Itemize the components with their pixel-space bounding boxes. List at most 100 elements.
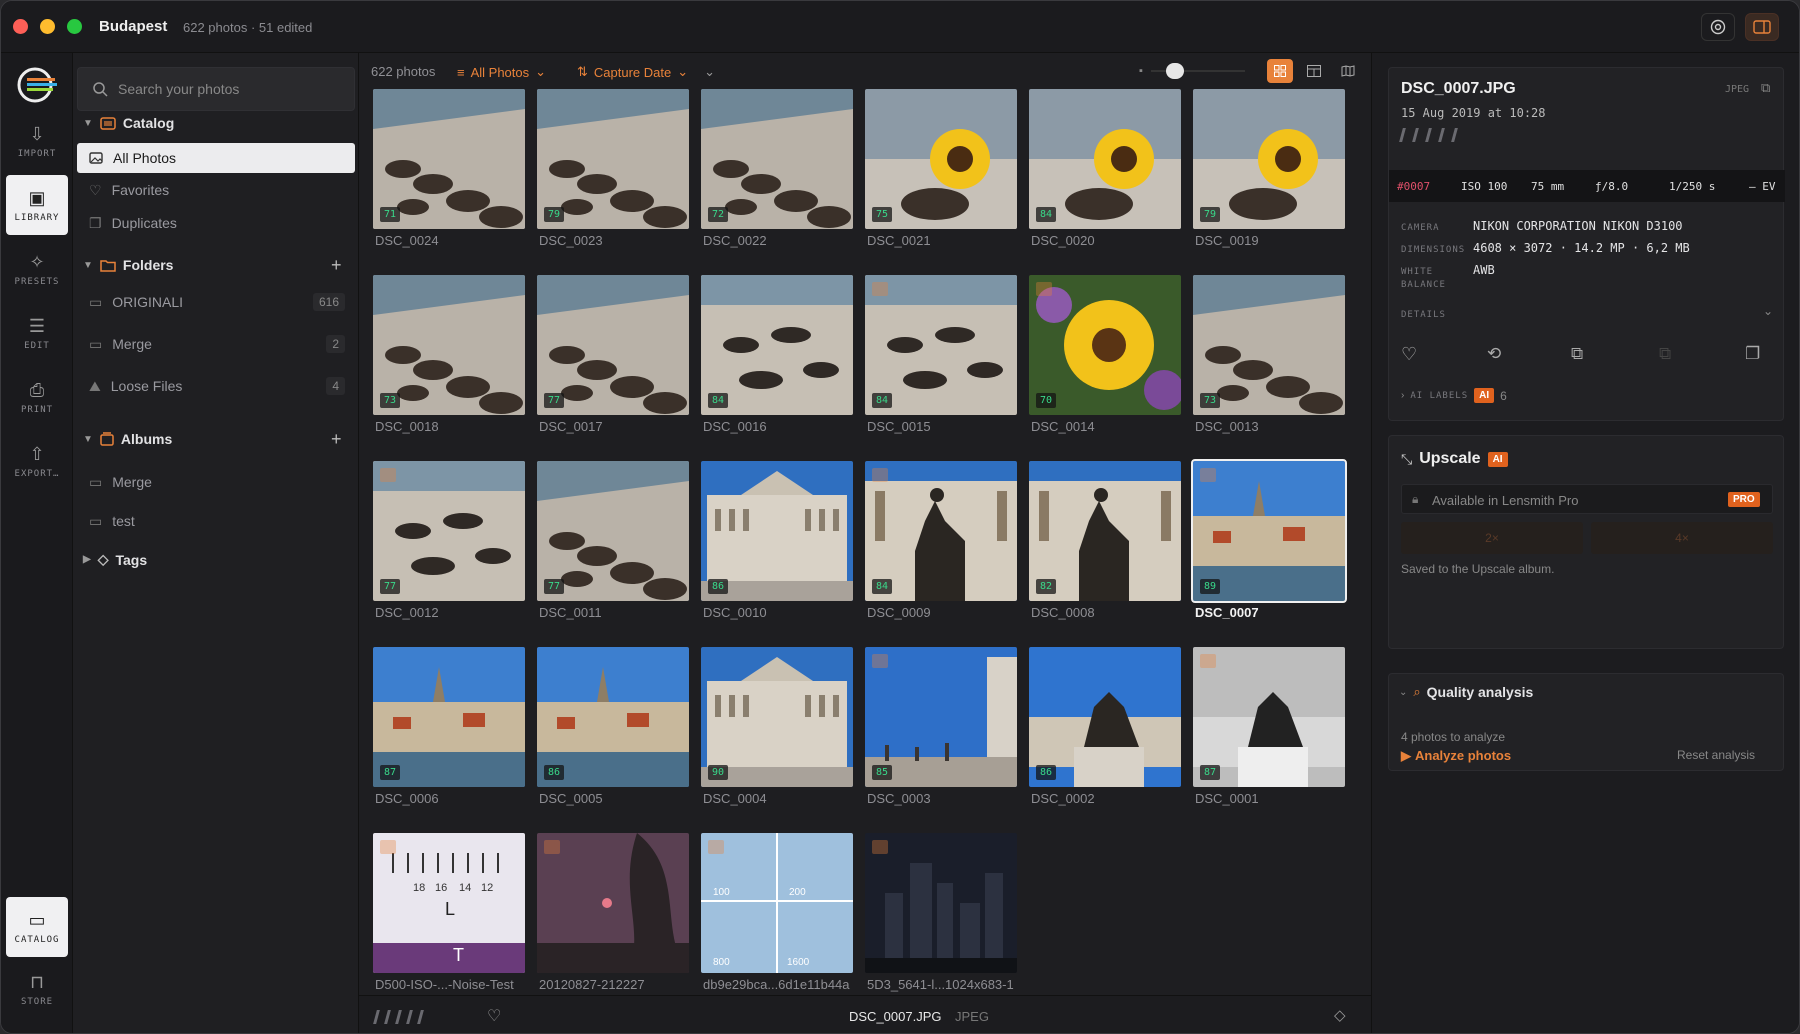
add-album-button[interactable]: + — [331, 429, 342, 450]
photo-thumbnail[interactable]: 87 — [373, 647, 525, 787]
photo-thumbnail[interactable]: 86 — [537, 647, 689, 787]
photo-tile[interactable]: 73 DSC_0018 — [373, 275, 525, 459]
sort-order-chevron-icon[interactable]: ⌄ — [704, 64, 715, 80]
sidebar-item-album[interactable]: ▭ test — [77, 506, 355, 536]
filter-dropdown[interactable]: ≡ All Photos ⌄ — [457, 64, 546, 80]
photo-tile[interactable]: 87 DSC_0001 — [1193, 647, 1345, 831]
toggle-inspector-button[interactable] — [1745, 13, 1779, 41]
photo-thumbnail[interactable]: 82 — [1029, 461, 1181, 601]
photo-tile[interactable]: 86 DSC_0005 — [537, 647, 689, 831]
slider-knob[interactable] — [1166, 63, 1185, 79]
photo-tile[interactable]: 79 DSC_0019 — [1193, 89, 1345, 273]
rating-control[interactable] — [373, 1010, 424, 1024]
analyze-photos-button[interactable]: ▶ Analyze photos — [1401, 748, 1511, 764]
photo-tile[interactable]: 85 DSC_0003 — [865, 647, 1017, 831]
rail-item-presets[interactable]: ✧ PRESETS — [6, 239, 68, 299]
copy-settings-icon[interactable]: ⧉ — [1571, 344, 1583, 364]
reset-analysis-button[interactable]: Reset analysis — [1677, 748, 1755, 762]
photo-tile[interactable]: 70 DSC_0014 — [1029, 275, 1181, 459]
photo-thumbnail[interactable]: 73 — [1193, 275, 1345, 415]
tag-icon[interactable]: ◇ — [1334, 1006, 1346, 1024]
photo-tile[interactable]: 77 DSC_0011 — [537, 461, 689, 645]
tags-section-header[interactable]: ▶ ◇ Tags — [83, 551, 147, 568]
rail-item-store[interactable]: ⊓ STORE — [6, 959, 68, 1019]
photo-thumbnail[interactable]: 85 — [865, 647, 1017, 787]
rail-item-catalog[interactable]: ▭ CATALOG — [6, 897, 68, 957]
photo-thumbnail[interactable]: 90 — [701, 647, 853, 787]
photo-tile[interactable]: 72 DSC_0022 — [701, 89, 853, 273]
detail-view-button[interactable] — [1301, 59, 1327, 83]
grid-view-button[interactable] — [1267, 59, 1293, 83]
photo-tile[interactable]: 79 DSC_0023 — [537, 89, 689, 273]
sidebar-item-folder[interactable]: ▭ Merge 2 — [77, 329, 355, 359]
photo-tile[interactable]: 71 DSC_0024 — [373, 89, 525, 273]
photo-thumbnail[interactable]: 72 — [701, 89, 853, 229]
heart-icon[interactable]: ♡ — [1401, 344, 1417, 365]
search-box[interactable] — [77, 67, 355, 111]
add-folder-button[interactable]: + — [331, 255, 342, 276]
rail-item-library[interactable]: ▣ LIBRARY — [6, 175, 68, 235]
photo-thumbnail[interactable]: 75 — [865, 89, 1017, 229]
sort-dropdown[interactable]: ⇅ Capture Date ⌄ ⌄ — [577, 64, 715, 80]
sidebar-item-folder[interactable]: ⛰ Loose Files 4 — [77, 371, 355, 401]
photo-tile[interactable]: 86 DSC_0002 — [1029, 647, 1181, 831]
sidebar-item-album[interactable]: ▭ Merge — [77, 467, 355, 497]
photo-thumbnail[interactable]: 70 — [1029, 275, 1181, 415]
compare-icon[interactable]: ❐ — [1745, 344, 1760, 364]
chevron-down-icon[interactable]: ⌄ — [1763, 304, 1773, 318]
photo-tile[interactable]: 84 DSC_0009 — [865, 461, 1017, 645]
photo-tile[interactable]: 84 DSC_0020 — [1029, 89, 1181, 273]
sidebar-item-favorites[interactable]: ♡ Favorites — [77, 175, 355, 205]
photo-thumbnail[interactable]: 79 — [537, 89, 689, 229]
copy-icon[interactable]: ⧉ — [1761, 80, 1770, 96]
photo-thumbnail[interactable]: 86 — [1029, 647, 1181, 787]
photo-thumbnail[interactable]: 100 200 800 1600 — [701, 833, 853, 973]
photo-thumbnail[interactable]: 84 — [865, 275, 1017, 415]
account-button[interactable] — [1701, 13, 1735, 41]
ai-labels-row[interactable]: › AI LABELS AI 6 — [1401, 388, 1507, 403]
photo-tile[interactable]: 77 DSC_0012 — [373, 461, 525, 645]
sidebar-item-folder[interactable]: ▭ ORIGINALI 616 — [77, 287, 355, 317]
zoom-window-button[interactable] — [67, 19, 82, 34]
photo-tile[interactable]: 89 DSC_0007 — [1191, 459, 1347, 645]
catalog-section-header[interactable]: ▼ Catalog — [83, 115, 174, 131]
photo-thumbnail[interactable]: 89 — [1191, 459, 1347, 603]
favorite-heart-icon[interactable]: ♡ — [487, 1006, 501, 1026]
photo-tile[interactable]: 90 DSC_0004 — [701, 647, 853, 831]
thumbnail-size-slider[interactable] — [1150, 63, 1245, 79]
photo-tile[interactable]: 20120827-212227 — [537, 833, 689, 1017]
close-window-button[interactable] — [13, 19, 28, 34]
photo-tile[interactable]: 82 DSC_0008 — [1029, 461, 1181, 645]
albums-section-header[interactable]: ▼ Albums + — [83, 429, 342, 449]
photo-tile[interactable]: 5D3_5641-l...1024x683-1 — [865, 833, 1017, 1017]
rail-item-export[interactable]: ⇧ EXPORT… — [6, 431, 68, 491]
photo-tile[interactable]: 84 DSC_0016 — [701, 275, 853, 459]
photo-tile[interactable]: 84 DSC_0015 — [865, 275, 1017, 459]
photo-thumbnail[interactable]: 71 — [373, 89, 525, 229]
rail-item-edit[interactable]: ☰ EDIT — [6, 303, 68, 363]
photo-thumbnail[interactable]: 87 — [1193, 647, 1345, 787]
photo-thumbnail[interactable]: 79 — [1193, 89, 1345, 229]
rail-item-print[interactable]: ⎙ PRINT — [6, 367, 68, 427]
photo-tile[interactable]: 86 DSC_0010 — [701, 461, 853, 645]
folders-section-header[interactable]: ▼ Folders + — [83, 255, 342, 275]
sidebar-item-all-photos[interactable]: All Photos — [77, 143, 355, 173]
search-input[interactable] — [118, 81, 338, 97]
photo-thumbnail[interactable]: 84 — [701, 275, 853, 415]
sidebar-item-duplicates[interactable]: ❐ Duplicates — [77, 208, 355, 238]
info-rating[interactable] — [1399, 128, 1458, 142]
photo-thumbnail[interactable]: 18 16 14 12 L T — [373, 833, 525, 973]
rotate-icon[interactable]: ⟲ — [1487, 344, 1501, 364]
pro-availability-row[interactable]: 🔒︎ Available in Lensmith Pro PRO — [1401, 484, 1773, 514]
details-toggle[interactable]: DETAILS — [1401, 309, 1446, 322]
photo-thumbnail[interactable]: 86 — [701, 461, 853, 601]
photo-thumbnail[interactable] — [537, 833, 689, 973]
photo-tile[interactable]: 73 DSC_0013 — [1193, 275, 1345, 459]
photo-thumbnail[interactable]: 77 — [537, 275, 689, 415]
minimize-window-button[interactable] — [40, 19, 55, 34]
quality-analysis-header[interactable]: ⌄ ⌕ Quality analysis — [1399, 684, 1533, 700]
photo-thumbnail[interactable]: 84 — [1029, 89, 1181, 229]
photo-tile[interactable]: 87 DSC_0006 — [373, 647, 525, 831]
photo-thumbnail[interactable] — [865, 833, 1017, 973]
photo-thumbnail[interactable]: 77 — [537, 461, 689, 601]
